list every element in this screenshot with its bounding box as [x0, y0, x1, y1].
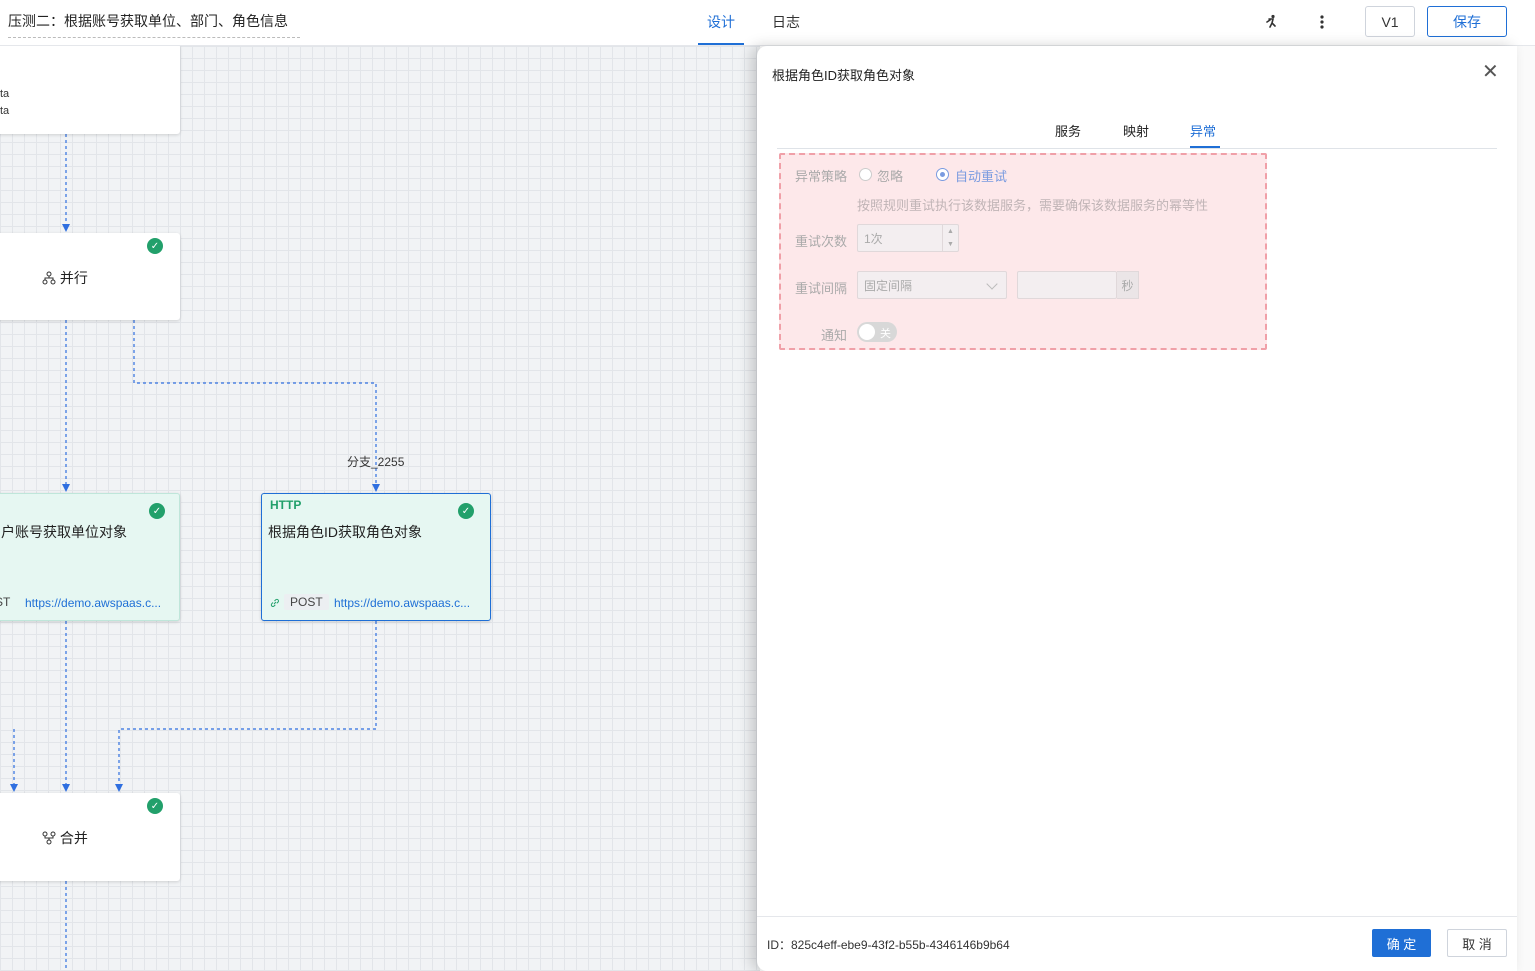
retry-interval-select[interactable]: 固定间隔: [857, 271, 1007, 299]
parallel-label: 并行: [59, 270, 88, 286]
radio-ignore[interactable]: [859, 168, 872, 181]
merge-label: 合并: [59, 830, 88, 846]
http-url: https://demo.awspaas.c...: [334, 596, 471, 610]
node-label: 户账号获取单位对象: [1, 524, 127, 540]
http-method: ST: [0, 595, 11, 609]
flow-node-http-left[interactable]: ✓ 户账号获取单位对象 ST https://demo.awspaas.c...: [0, 493, 180, 621]
retry-interval-value: 固定间隔: [864, 278, 913, 293]
stepper-arrows[interactable]: ▲ ▼: [942, 225, 958, 251]
tab-mapping[interactable]: 映射: [1123, 121, 1149, 140]
chevron-down-icon[interactable]: ▼: [947, 241, 954, 248]
merge-icon: [42, 831, 56, 845]
radio-auto-retry[interactable]: [936, 168, 949, 181]
version-button[interactable]: V1: [1365, 6, 1415, 37]
parallel-icon: [42, 271, 56, 285]
cancel-button[interactable]: 取 消: [1447, 929, 1507, 957]
exception-settings-panel: 异常策略 忽略 自动重试 按照规则重试执行该数据服务，需要确保该数据服务的幂等性…: [779, 153, 1267, 350]
flow-node-merge[interactable]: ✓ 合并: [0, 793, 180, 881]
merge-label-wrap: 合并: [42, 828, 88, 848]
branch-label: 分支_2255: [347, 455, 405, 469]
parallel-label-wrap: 并行: [42, 268, 88, 288]
success-check-icon: ✓: [458, 503, 474, 519]
tab-design[interactable]: 设计: [707, 12, 735, 32]
retry-count-value: 1次: [864, 231, 883, 246]
tab-exception[interactable]: 异常: [1190, 121, 1216, 140]
notify-state: 关: [880, 328, 891, 340]
node-settings-drawer: 根据角色ID获取角色对象 ✕ 服务 映射 异常 异常策略 忽略 自动重试 按照规…: [757, 46, 1517, 971]
scrollbar[interactable]: [1517, 46, 1535, 971]
active-tab-indicator: [698, 43, 744, 45]
flow-node-top[interactable]: ta ta: [0, 46, 180, 134]
tabs-divider: [777, 148, 1497, 149]
retry-count-label: 重试次数: [795, 234, 848, 249]
radio-auto-retry-label[interactable]: 自动重试: [955, 166, 1007, 185]
drawer-title: 根据角色ID获取角色对象: [772, 68, 916, 83]
close-icon[interactable]: ✕: [1482, 62, 1499, 82]
footer-divider: [757, 916, 1517, 917]
more-icon[interactable]: [1310, 10, 1334, 34]
node-id: ID：825c4eff-ebe9-43f2-b55b-4346146b9b64: [767, 938, 1010, 952]
strategy-label: 异常策略: [795, 169, 848, 184]
radio-ignore-label[interactable]: 忽略: [877, 166, 903, 185]
chevron-up-icon[interactable]: ▲: [947, 228, 954, 235]
confirm-button[interactable]: 确 定: [1372, 929, 1431, 957]
flow-node-http-selected[interactable]: HTTP ✓ 根据角色ID获取角色对象 POST https://demo.aw…: [261, 493, 491, 621]
tab-service[interactable]: 服务: [1055, 121, 1081, 140]
notify-toggle[interactable]: 关: [857, 322, 897, 342]
flow-canvas[interactable]: ta ta ✓ 并行 分支_2255 ✓ 户账号获取单位对象 ST https:…: [0, 46, 760, 971]
node-text: ta: [0, 105, 10, 117]
interval-value-input[interactable]: [1017, 271, 1117, 299]
page-title[interactable]: 压测二：根据账号获取单位、部门、角色信息: [8, 11, 300, 38]
run-icon[interactable]: [1259, 10, 1283, 34]
success-check-icon: ✓: [149, 503, 165, 519]
flow-node-parallel[interactable]: ✓ 并行: [0, 233, 180, 320]
success-check-icon: ✓: [147, 238, 163, 254]
chevron-down-icon: [986, 278, 998, 290]
notify-label: 通知: [821, 328, 848, 343]
link-icon: [270, 598, 279, 607]
interval-unit: 秒: [1117, 271, 1139, 299]
node-label: 根据角色ID获取角色对象: [268, 524, 422, 540]
save-button[interactable]: 保存: [1427, 6, 1507, 37]
http-method: POST: [284, 594, 329, 610]
node-text: ta: [0, 88, 10, 100]
success-check-icon: ✓: [147, 798, 163, 814]
retry-count-stepper[interactable]: 1次 ▲ ▼: [857, 224, 959, 252]
http-tag: HTTP: [270, 498, 302, 512]
active-tab-indicator: [1190, 146, 1220, 148]
top-bar: 压测二：根据账号获取单位、部门、角色信息 设计 日志 V1 保存: [0, 0, 1535, 46]
retry-hint: 按照规则重试执行该数据服务，需要确保该数据服务的幂等性: [857, 198, 1209, 213]
http-url: https://demo.awspaas.c...: [25, 596, 162, 610]
tab-log[interactable]: 日志: [772, 12, 800, 32]
retry-interval-label: 重试间隔: [795, 281, 848, 296]
